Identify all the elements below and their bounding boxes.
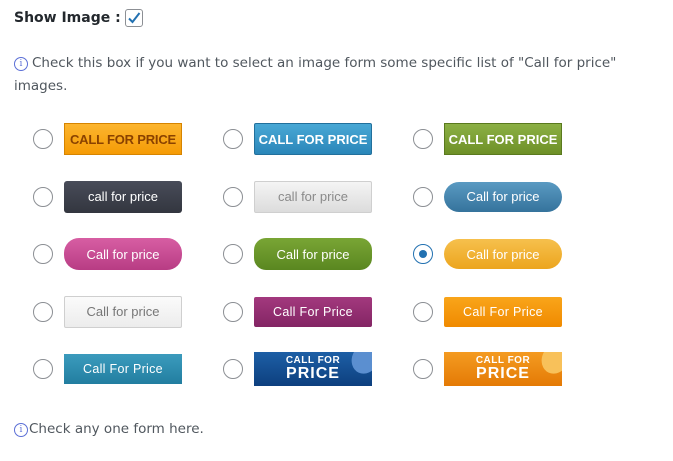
option-9-radio[interactable] (413, 244, 433, 264)
option-14-radio[interactable] (223, 359, 243, 379)
call-for-price-image[interactable]: CALL FOR PRICE (254, 123, 372, 155)
option-5[interactable]: call for price (220, 176, 410, 218)
call-for-price-image[interactable]: Call for price (444, 239, 562, 269)
call-for-price-line2: PRICE (286, 365, 340, 382)
option-11-radio[interactable] (223, 301, 243, 322)
option-12-radio[interactable] (413, 301, 433, 322)
call-for-price-line2: PRICE (476, 365, 530, 382)
option-5-radio[interactable] (223, 186, 243, 207)
call-for-price-image[interactable]: Call for price (64, 238, 182, 270)
call-for-price-image[interactable]: Call for price (64, 295, 182, 328)
option-15-radio[interactable] (413, 359, 433, 379)
call-for-price-image[interactable]: CALL FOR PRICE (444, 123, 562, 155)
option-8[interactable]: Call for price (220, 233, 410, 275)
call-for-price-image[interactable]: call for price (64, 180, 182, 213)
call-for-price-image[interactable]: Call For Price (64, 354, 182, 384)
option-2[interactable]: CALL FOR PRICE (220, 118, 410, 160)
option-6[interactable]: Call for price (410, 176, 600, 218)
ribbon-curl-decoration (346, 352, 372, 379)
option-13-radio[interactable] (33, 359, 53, 379)
call-for-price-image[interactable]: call for price (254, 180, 372, 213)
option-7[interactable]: Call for price (30, 233, 220, 275)
call-for-price-image[interactable]: Call For Price (444, 296, 562, 327)
call-for-price-image[interactable]: CALL FOR PRICE (64, 123, 182, 155)
radio-selected-dot (419, 250, 427, 258)
call-for-price-options-grid: CALL FOR PRICE CALL FOR PRICE CALL FOR P… (30, 118, 600, 406)
call-for-price-image[interactable]: CALL FOR PRICE (444, 352, 562, 386)
call-for-price-image[interactable]: Call for price (444, 181, 562, 212)
option-1-radio[interactable] (33, 129, 53, 149)
option-10[interactable]: Call for price (30, 291, 220, 333)
footer-hint: i Check any one form here. (14, 421, 204, 437)
option-1[interactable]: CALL FOR PRICE (30, 118, 220, 160)
option-2-radio[interactable] (223, 129, 243, 149)
show-image-row: Show Image : (14, 9, 143, 27)
option-7-radio[interactable] (33, 244, 53, 264)
option-6-radio[interactable] (413, 186, 433, 207)
call-for-price-image[interactable]: CALL FOR PRICE (254, 352, 372, 386)
option-3[interactable]: CALL FOR PRICE (410, 118, 600, 160)
footer-hint-text: Check any one form here. (29, 421, 204, 437)
info-description: i Check this box if you want to select an… (14, 52, 654, 98)
option-12[interactable]: Call For Price (410, 291, 600, 333)
option-15[interactable]: CALL FOR PRICE (410, 348, 600, 390)
option-3-radio[interactable] (413, 129, 433, 149)
option-11[interactable]: Call For Price (220, 291, 410, 333)
option-8-radio[interactable] (223, 244, 243, 264)
call-for-price-image[interactable]: Call for price (254, 238, 372, 270)
option-14[interactable]: CALL FOR PRICE (220, 348, 410, 390)
option-13[interactable]: Call For Price (30, 348, 220, 390)
option-4[interactable]: call for price (30, 176, 220, 218)
checkmark-icon (128, 12, 141, 24)
option-4-radio[interactable] (33, 186, 53, 207)
option-9[interactable]: Call for price (410, 233, 600, 275)
info-icon: i (14, 57, 28, 71)
ribbon-curl-decoration (536, 352, 562, 379)
show-image-checkbox[interactable] (124, 9, 143, 27)
option-10-radio[interactable] (33, 301, 53, 322)
call-for-price-image[interactable]: Call For Price (254, 296, 372, 327)
info-description-text: Check this box if you want to select an … (14, 55, 617, 94)
info-icon: i (14, 423, 28, 437)
show-image-label: Show Image : (14, 10, 121, 26)
